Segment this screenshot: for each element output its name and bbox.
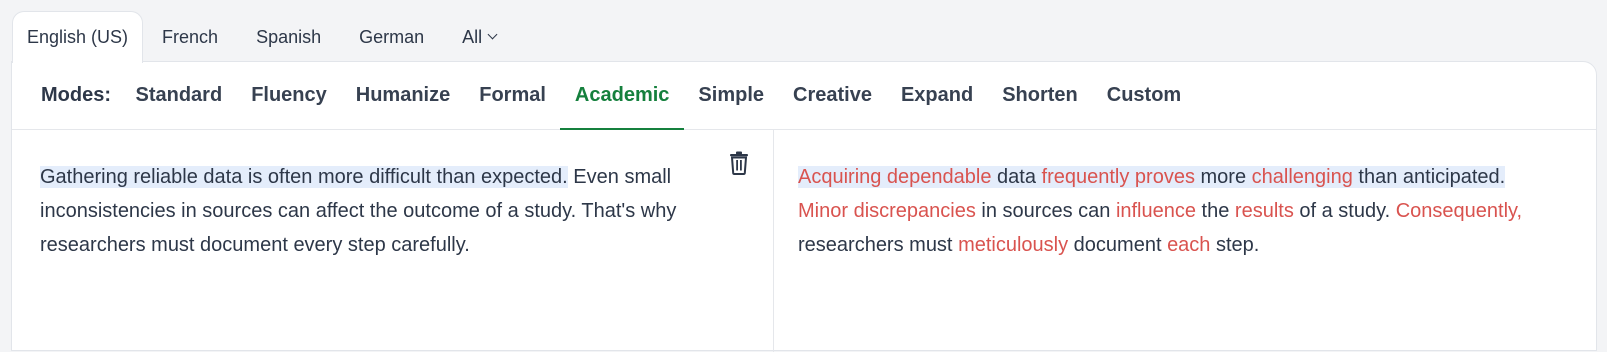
mode-expand[interactable]: Expand <box>886 62 987 129</box>
changed-word[interactable]: Minor discrepancies <box>798 200 976 222</box>
output-segment: more <box>1194 166 1252 188</box>
tab-all-languages-dropdown[interactable]: All <box>443 11 515 63</box>
highlighted-sentence: Gathering reliable data is often more di… <box>40 166 568 188</box>
trash-icon[interactable] <box>728 151 750 175</box>
tab-spanish[interactable]: Spanish <box>237 11 340 63</box>
output-segment: the <box>1196 200 1235 222</box>
pane-divider <box>773 130 774 352</box>
output-segment: data <box>991 166 1042 188</box>
mode-humanize[interactable]: Humanize <box>341 62 464 129</box>
output-segment: in sources can <box>975 200 1116 222</box>
tab-label: All <box>462 26 483 47</box>
mode-creative[interactable]: Creative <box>779 62 887 129</box>
language-tabs: English (US) French Spanish German All <box>12 11 515 65</box>
tab-label: German <box>359 26 425 47</box>
tab-label: French <box>162 26 219 47</box>
chevron-down-icon <box>487 29 498 40</box>
output-segment: researchers must <box>798 234 959 256</box>
output-text-area[interactable]: Acquiring dependable data frequently pro… <box>798 160 1538 262</box>
paraphraser-card: Modes: Standard Fluency Humanize Formal … <box>11 61 1597 352</box>
modes-bar: Modes: Standard Fluency Humanize Formal … <box>12 62 1596 130</box>
tab-german[interactable]: German <box>340 11 443 63</box>
output-segment: than anticipated. <box>1352 166 1506 188</box>
tab-french[interactable]: French <box>143 11 237 63</box>
modes-label: Modes: <box>41 84 111 106</box>
changed-word[interactable]: influence <box>1116 200 1196 222</box>
tab-label: English (US) <box>27 27 129 47</box>
changed-word[interactable]: challenging <box>1251 166 1353 188</box>
mode-formal[interactable]: Formal <box>465 62 561 129</box>
changed-word[interactable]: meticulously <box>958 234 1068 256</box>
changed-word[interactable]: results <box>1235 200 1294 222</box>
output-segment: document <box>1068 234 1168 256</box>
mode-academic[interactable]: Academic <box>560 62 684 130</box>
input-text-area[interactable]: Gathering reliable data is often more di… <box>40 160 720 262</box>
mode-fluency[interactable]: Fluency <box>237 62 342 129</box>
mode-simple[interactable]: Simple <box>684 62 779 129</box>
tab-english-us[interactable]: English (US) <box>12 11 144 65</box>
output-segment: step. <box>1210 234 1260 256</box>
mode-custom[interactable]: Custom <box>1092 62 1195 129</box>
mode-standard[interactable]: Standard <box>121 62 237 129</box>
changed-word[interactable]: Acquiring dependable <box>798 166 992 188</box>
output-segment: of a study. <box>1293 200 1396 222</box>
editor-panes: Gathering reliable data is often more di… <box>12 130 1596 352</box>
mode-shorten[interactable]: Shorten <box>988 62 1093 129</box>
changed-word[interactable]: frequently proves <box>1041 166 1195 188</box>
tab-label: Spanish <box>256 26 322 47</box>
changed-word[interactable]: Consequently, <box>1396 200 1522 222</box>
changed-word[interactable]: each <box>1167 234 1210 256</box>
